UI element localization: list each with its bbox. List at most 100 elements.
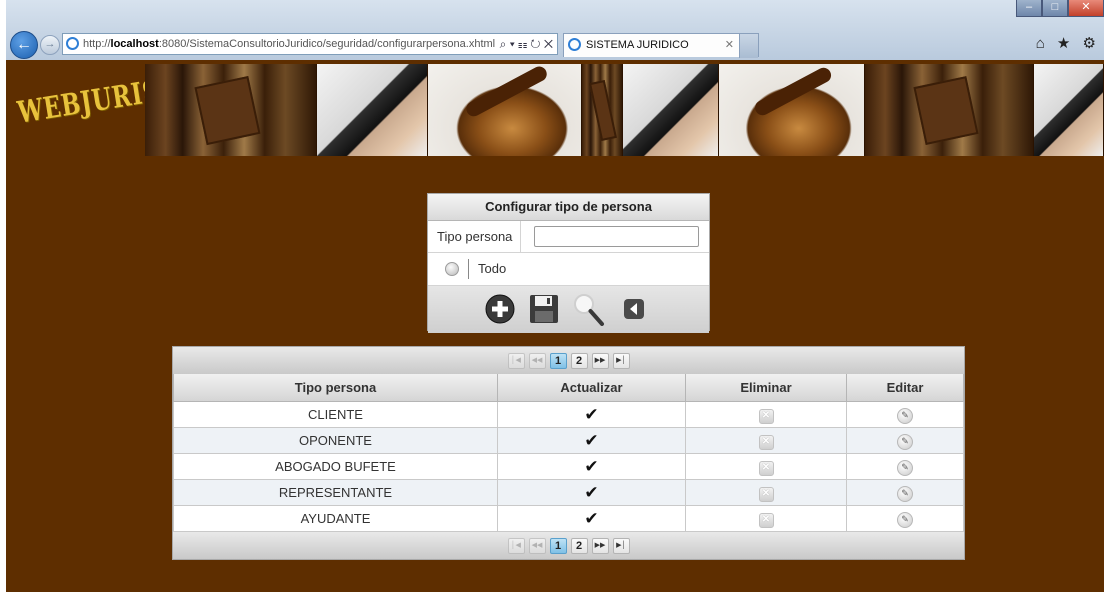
banner-pen-image xyxy=(623,64,719,156)
last-page-icon[interactable]: ▶│ xyxy=(612,537,630,554)
page-button[interactable]: 2 xyxy=(570,537,588,554)
checkmark-icon[interactable]: ✔ xyxy=(584,431,598,450)
delete-x-icon[interactable]: ✕ xyxy=(758,460,774,476)
prev-page-icon[interactable]: ◀◀ xyxy=(528,352,546,369)
webjuris-logo: WEBJURIS xyxy=(15,73,163,131)
add-button[interactable] xyxy=(483,292,517,326)
forward-button[interactable]: → xyxy=(40,35,60,55)
banner-books-image xyxy=(145,64,317,156)
tipo-persona-table: │◀ ◀◀ 1 2 ▶▶ ▶│ Tipo persona Actualizar … xyxy=(172,346,965,560)
search-button[interactable] xyxy=(571,292,605,326)
browser-tab[interactable]: SISTEMA JURIDICO ✕ xyxy=(563,33,759,58)
table-row: OPONENTE ✔ ✕ ✎ xyxy=(173,427,964,454)
column-header-editar[interactable]: Editar xyxy=(846,374,964,402)
browser-frame: – □ ✕ ← → http://localhost:8080/SistemaC… xyxy=(6,0,1104,592)
editar-cell: ✎ xyxy=(846,401,964,428)
floppy-disk-icon xyxy=(535,311,553,322)
eliminar-cell: ✕ xyxy=(685,401,847,428)
pencil-icon[interactable]: ✎ xyxy=(897,511,913,528)
floppy-disk-icon xyxy=(547,298,550,304)
checkmark-icon[interactable]: ✔ xyxy=(584,483,598,502)
banner-books-image xyxy=(865,64,1034,156)
url-host: localhost xyxy=(110,38,159,50)
tipo-cell: AYUDANTE xyxy=(173,505,498,532)
action-toolbar xyxy=(428,286,709,333)
data-table: Tipo persona Actualizar Eliminar Editar … xyxy=(173,374,964,532)
table-header-row: Tipo persona Actualizar Eliminar Editar xyxy=(173,374,964,402)
back-button-panel[interactable] xyxy=(617,292,651,326)
tipo-persona-input[interactable] xyxy=(534,226,699,247)
tipo-persona-row: Tipo persona xyxy=(428,221,709,253)
close-window-button[interactable]: ✕ xyxy=(1068,0,1104,17)
checkmark-icon[interactable]: ✔ xyxy=(584,405,598,424)
pager-bottom: │◀ ◀◀ 1 2 ▶▶ ▶│ xyxy=(173,532,964,559)
url-prefix: http:// xyxy=(83,38,111,50)
eliminar-cell: ✕ xyxy=(685,453,847,480)
banner-gavel-image xyxy=(428,64,582,156)
actualizar-cell: ✔ xyxy=(497,479,686,506)
todo-radio[interactable] xyxy=(445,262,459,276)
todo-row: Todo xyxy=(428,253,709,286)
url-path: :8080/SistemaConsultorioJuridico/segurid… xyxy=(158,38,496,50)
tipo-persona-label: Tipo persona xyxy=(428,221,521,252)
tab-title: SISTEMA JURIDICO xyxy=(586,39,689,51)
table-row: ABOGADO BUFETE ✔ ✕ ✎ xyxy=(173,453,964,480)
banner-images xyxy=(145,64,1104,156)
editar-cell: ✎ xyxy=(846,505,964,532)
window-controls: – □ ✕ xyxy=(1016,0,1104,17)
address-bar[interactable]: http://localhost:8080/SistemaConsultorio… xyxy=(62,33,558,55)
column-header-eliminar[interactable]: Eliminar xyxy=(685,374,847,402)
next-page-icon[interactable]: ▶▶ xyxy=(591,537,609,554)
page-button[interactable]: 2 xyxy=(570,352,588,369)
address-tools-icons[interactable]: ⌕ ▾ ☷ ↻ ✕ xyxy=(500,34,553,54)
tipo-cell: CLIENTE xyxy=(173,401,498,428)
banner-books-image xyxy=(582,64,623,156)
table-row: CLIENTE ✔ ✕ ✎ xyxy=(173,401,964,428)
first-page-icon[interactable]: │◀ xyxy=(507,537,525,554)
tipo-cell: OPONENTE xyxy=(173,427,498,454)
column-header-actualizar[interactable]: Actualizar xyxy=(497,374,686,402)
page-button[interactable]: 1 xyxy=(549,537,567,554)
column-header-tipo[interactable]: Tipo persona xyxy=(173,374,498,402)
next-page-icon[interactable]: ▶▶ xyxy=(591,352,609,369)
delete-x-icon[interactable]: ✕ xyxy=(758,434,774,450)
maximize-button[interactable]: □ xyxy=(1042,0,1068,17)
delete-x-icon[interactable]: ✕ xyxy=(758,408,774,424)
tab-favicon-icon xyxy=(568,38,581,51)
pencil-icon[interactable]: ✎ xyxy=(897,485,913,502)
table-row: REPRESENTANTE ✔ ✕ ✎ xyxy=(173,479,964,506)
config-panel: Configurar tipo de persona Tipo persona … xyxy=(427,193,710,333)
editar-cell: ✎ xyxy=(846,453,964,480)
pencil-icon[interactable]: ✎ xyxy=(897,433,913,450)
prev-page-icon[interactable]: ◀◀ xyxy=(528,537,546,554)
save-button[interactable] xyxy=(527,292,561,326)
divider xyxy=(468,259,469,279)
pager-top: │◀ ◀◀ 1 2 ▶▶ ▶│ xyxy=(173,347,964,374)
actualizar-cell: ✔ xyxy=(497,427,686,454)
banner-pen-image xyxy=(317,64,428,156)
magnifier-icon xyxy=(588,309,604,326)
pencil-icon[interactable]: ✎ xyxy=(897,459,913,476)
home-favorites-tools-icons[interactable]: ⌂ ★ ⚙ xyxy=(1036,34,1100,52)
last-page-icon[interactable]: ▶│ xyxy=(612,352,630,369)
checkmark-icon[interactable]: ✔ xyxy=(584,509,598,528)
checkmark-icon[interactable]: ✔ xyxy=(584,457,598,476)
tipo-cell: ABOGADO BUFETE xyxy=(173,453,498,480)
eliminar-cell: ✕ xyxy=(685,505,847,532)
new-tab-button[interactable] xyxy=(739,34,758,58)
plus-circle-icon xyxy=(497,301,503,317)
editar-cell: ✎ xyxy=(846,427,964,454)
todo-label: Todo xyxy=(478,261,507,276)
delete-x-icon[interactable]: ✕ xyxy=(758,512,774,528)
back-button[interactable]: ← xyxy=(10,31,38,59)
page-button[interactable]: 1 xyxy=(549,352,567,369)
pencil-icon[interactable]: ✎ xyxy=(897,407,913,424)
actualizar-cell: ✔ xyxy=(497,505,686,532)
minimize-button[interactable]: – xyxy=(1016,0,1042,17)
delete-x-icon[interactable]: ✕ xyxy=(758,486,774,502)
tab-close-icon[interactable]: ✕ xyxy=(725,34,734,56)
banner-pen-image xyxy=(1034,64,1104,156)
eliminar-cell: ✕ xyxy=(685,479,847,506)
first-page-icon[interactable]: │◀ xyxy=(507,352,525,369)
panel-title: Configurar tipo de persona xyxy=(428,194,709,221)
